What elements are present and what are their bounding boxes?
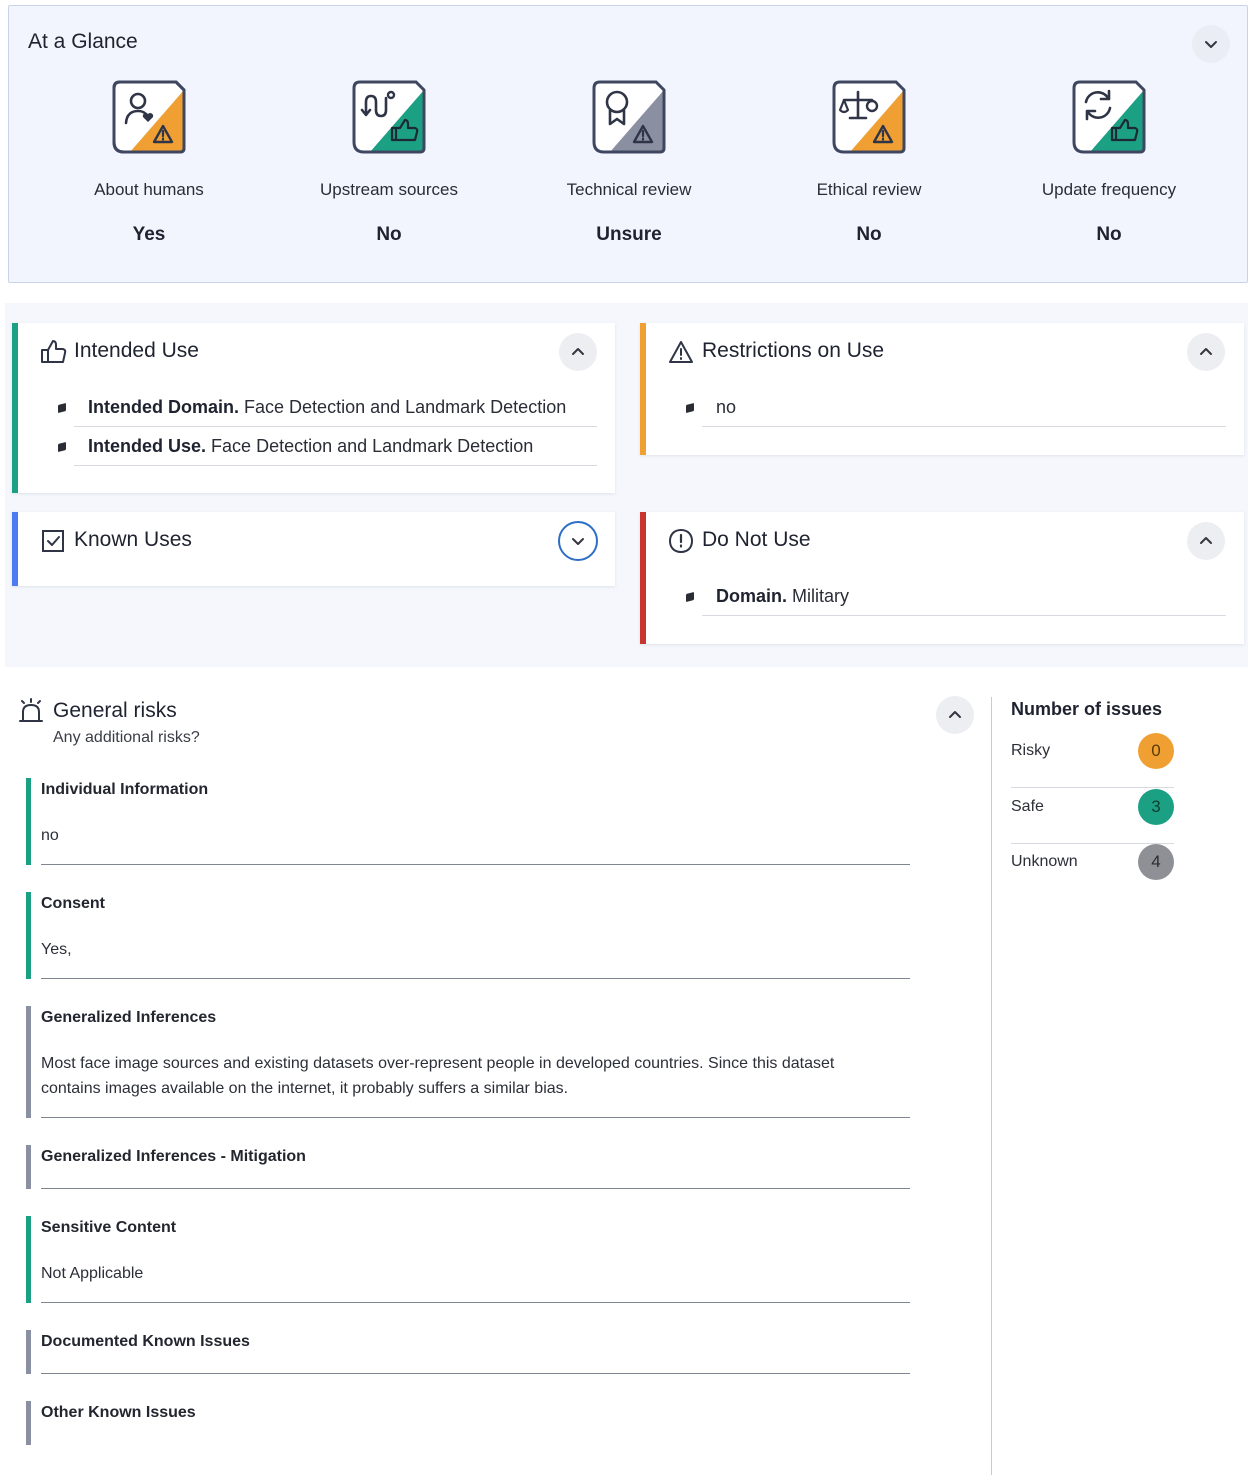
at-a-glance-panel: At a Glance About humans Yes Upstream so… [8, 5, 1248, 283]
list-item: Intended Domain. Face Detection and Land… [74, 388, 597, 427]
issue-label: Risky [1011, 742, 1051, 759]
chevron-up-icon [1200, 537, 1212, 544]
restrictions-list: no [690, 388, 1226, 427]
chevron-up-icon [949, 711, 961, 718]
item-text: no [716, 397, 737, 417]
warning-icon [669, 341, 693, 363]
risk-item-individual-information: Individual Information no [26, 778, 910, 865]
issue-count-badge: 3 [1138, 789, 1174, 825]
risk-text: Most face image sources and existing dat… [41, 1055, 835, 1097]
restrictions-toggle-button[interactable] [1187, 333, 1225, 371]
checkbox-icon [42, 530, 64, 552]
item-text: Military [792, 586, 850, 606]
risk-text: Yes, [41, 941, 72, 958]
do-not-use-card: Do Not Use Domain. Military [640, 512, 1244, 644]
intended-use-card: Intended Use Intended Domain. Face Detec… [12, 323, 615, 493]
issue-label: Safe [1011, 798, 1044, 815]
chevron-down-icon [1205, 41, 1217, 48]
glance-value: No [376, 224, 402, 245]
general-risks-title: General risks [53, 699, 177, 722]
glance-label: Update frequency [1041, 180, 1177, 199]
risk-item-sensitive-content: Sensitive Content Not Applicable [26, 1216, 910, 1303]
glance-item-about-humans: About humans Yes [29, 78, 269, 246]
risk-title: Other Known Issues [41, 1404, 196, 1421]
risk-title: Generalized Inferences - Mitigation [41, 1148, 306, 1165]
award-icon [592, 80, 666, 154]
glance-item-ethical-review: Ethical review No [749, 78, 989, 246]
scale-icon [832, 80, 906, 154]
glance-label: Ethical review [816, 180, 922, 199]
glance-item-upstream-sources: Upstream sources No [269, 78, 509, 246]
risk-title: Documented Known Issues [41, 1333, 250, 1350]
do-not-use-list: Domain. Military [690, 577, 1226, 616]
divider [41, 1302, 910, 1303]
item-label: Intended Use. [88, 436, 207, 456]
item-label: Domain. [716, 586, 788, 606]
chevron-up-icon [1200, 348, 1212, 355]
list-item: no [702, 388, 1226, 427]
at-a-glance-title: At a Glance [28, 30, 138, 53]
item-text: Face Detection and Landmark Detection [211, 436, 534, 456]
risk-title: Sensitive Content [41, 1219, 177, 1236]
risk-title: Consent [41, 895, 105, 912]
divider [41, 864, 910, 865]
divider [41, 1188, 910, 1189]
list-item: Intended Use. Face Detection and Landmar… [74, 427, 597, 466]
refresh-icon [1072, 80, 1146, 154]
route-icon [352, 80, 426, 154]
risk-text: Not Applicable [41, 1265, 144, 1282]
glance-value: Unsure [596, 224, 662, 245]
glance-label: Technical review [566, 180, 692, 199]
do-not-use-title: Do Not Use [702, 528, 811, 551]
intended-use-title: Intended Use [74, 339, 199, 362]
issue-row-unknown: Unknown 4 [1011, 844, 1174, 899]
chevron-up-icon [572, 348, 584, 355]
glance-label: Upstream sources [320, 180, 458, 199]
chevron-down-icon [572, 538, 584, 545]
issues-title: Number of issues [1011, 699, 1163, 719]
glance-item-update-frequency: Update frequency No [989, 78, 1229, 246]
item-text: Face Detection and Landmark Detection [244, 397, 567, 417]
restrictions-title: Restrictions on Use [702, 339, 885, 362]
known-uses-card: Known Uses [12, 512, 615, 586]
known-uses-title: Known Uses [74, 528, 192, 551]
intended-use-list: Intended Domain. Face Detection and Land… [62, 388, 597, 466]
glance-value: Yes [132, 224, 166, 245]
alarm-icon [19, 698, 43, 722]
glance-label: About humans [94, 180, 204, 199]
glance-value: No [1096, 224, 1122, 245]
issue-count-badge: 4 [1138, 844, 1174, 880]
risk-item-documented-known-issues: Documented Known Issues [26, 1330, 910, 1374]
risk-text: no [41, 827, 59, 844]
glance-value: No [856, 224, 882, 245]
alert-circle-icon [668, 528, 694, 554]
general-risks-subtitle: Any additional risks? [53, 729, 200, 746]
thumbs-up-icon [41, 340, 67, 363]
risk-item-other-known-issues: Other Known Issues [26, 1401, 910, 1445]
risk-title: Generalized Inferences [41, 1009, 217, 1026]
issue-label: Unknown [1011, 853, 1078, 870]
risk-item-generalized-inferences: Generalized Inferences Most face image s… [26, 1006, 910, 1118]
risk-item-consent: Consent Yes, [26, 892, 910, 979]
list-item: Domain. Military [702, 577, 1226, 616]
restrictions-card: Restrictions on Use no [640, 323, 1244, 455]
do-not-use-toggle-button[interactable] [1187, 522, 1225, 560]
issue-count-badge: 0 [1138, 733, 1174, 769]
intended-use-toggle-button[interactable] [559, 333, 597, 371]
issue-row-risky: Risky 0 [1011, 733, 1174, 788]
glance-item-technical-review: Technical review Unsure [509, 78, 749, 246]
vertical-divider [991, 697, 992, 1475]
item-label: Intended Domain. [88, 397, 240, 417]
at-a-glance-toggle-button[interactable] [1192, 25, 1230, 63]
general-risks-toggle-button[interactable] [936, 696, 974, 734]
risk-item-generalized-inferences-mitigation: Generalized Inferences - Mitigation [26, 1145, 910, 1189]
issue-row-safe: Safe 3 [1011, 789, 1174, 844]
divider [41, 978, 910, 979]
divider [41, 1373, 910, 1374]
divider [41, 1117, 910, 1118]
known-uses-toggle-button[interactable] [558, 521, 598, 561]
risk-title: Individual Information [41, 781, 209, 798]
person-heart-icon [112, 80, 186, 154]
